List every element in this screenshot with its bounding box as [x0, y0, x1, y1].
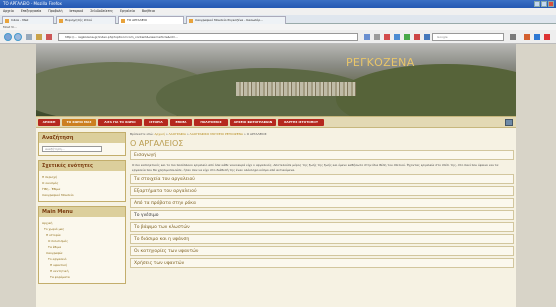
nav-item[interactable]: ΤΟ ΧΩΡΙΟ ΜΑΣ: [62, 119, 96, 126]
tab-label: Λαογραφικό Μουσείο Ρεγκοζένα - Καλωσόρ..…: [195, 18, 264, 22]
nav-item[interactable]: ΙΣΤΟΡΙΑ: [144, 119, 168, 126]
module-title: Σχετικές ενότητες: [39, 161, 125, 171]
search-module: Αναζήτηση αναζήτηση...: [38, 132, 126, 156]
nav-item[interactable]: ΧΑΡΤΗΣ ΙΣΤΟΤΟΠΟΥ: [278, 119, 324, 126]
intro-paragraph: Ο πιο εκπληκτικός και το πιο πολύπλοκο ε…: [132, 163, 499, 172]
window-titlebar: ΤΟ ΑΡΓΑΛΕΙΟ - Mozilla Firefox: [0, 0, 556, 8]
addon-icon[interactable]: [524, 34, 530, 40]
breadcrumb: Βρίσκεστε εδώ: Αρχική » ΛΑΟΓΡΑΦΙΑ » ΛΑΟΓ…: [130, 132, 267, 136]
star-icon[interactable]: [374, 34, 380, 40]
menu-item[interactable]: Ιστορικό: [69, 9, 83, 13]
tab-label: Inbox - Mail: [11, 18, 29, 22]
tab-inbox[interactable]: Inbox - Mail: [2, 16, 54, 24]
addon-icon[interactable]: [544, 34, 550, 40]
header-banner: ΡΕΓΚΟΖΕΝΑ: [36, 44, 516, 116]
section-link[interactable]: Χρήσεις των υφαντών: [130, 258, 514, 268]
stop-icon[interactable]: [46, 34, 52, 40]
menu-item[interactable]: Προβολή: [48, 9, 62, 13]
page-icon: [121, 19, 125, 23]
menu-item[interactable]: Βοήθεια: [142, 9, 155, 13]
globe-icon: [59, 19, 63, 23]
nav-item[interactable]: ΑΡΧΙΚΗ: [38, 119, 60, 126]
main-content: Βρίσκεστε εδώ: Αρχική » ΛΑΟΓΡΑΦΙΑ » ΛΑΟΓ…: [130, 130, 514, 268]
search-input[interactable]: Google: [432, 33, 504, 41]
nav-item[interactable]: ΠΟΛΙΤΙΣΜΟΣ: [194, 119, 228, 126]
search-engine-icon[interactable]: [424, 34, 430, 40]
addon-icon[interactable]: [414, 34, 420, 40]
minimize-icon[interactable]: [534, 1, 540, 7]
tab-museum[interactable]: Λαογραφικό Μουσείο Ρεγκοζένα - Καλωσόρ..…: [186, 16, 286, 24]
feed-icon[interactable]: [364, 34, 370, 40]
section-link[interactable]: Οι κατηγορίες των υφαντών: [130, 246, 514, 256]
breadcrumb-link[interactable]: ΛΑΟΓΡΑΦΙΑ: [169, 132, 186, 136]
related-module: Σχετικές ενότητες Η περιοχή Ο οικισμός Ή…: [38, 160, 126, 202]
home-icon[interactable]: [36, 34, 42, 40]
section-link[interactable]: Το βάψιμο των κλωστών: [130, 222, 514, 232]
site-title: ΡΕΓΚΟΖΕΝΑ: [346, 56, 415, 69]
menu-link[interactable]: Τα φορέματα: [42, 274, 122, 280]
banner-village-image: [236, 82, 356, 96]
sidebar: Αναζήτηση αναζήτηση... Σχετικές ενότητες…: [38, 132, 126, 288]
addon-icon[interactable]: [394, 34, 400, 40]
section-link[interactable]: Εξαρτήματα του αργαλειού: [130, 186, 514, 196]
menu-item[interactable]: Αρχείο: [3, 9, 14, 13]
breadcrumb-prefix: Βρίσκεστε εδώ:: [130, 132, 154, 136]
url-text: http://... regkozena.gr/index.php?option…: [65, 35, 179, 39]
section-header[interactable]: Εισαγωγή: [130, 150, 514, 160]
bookmark-item[interactable]: Most Vi...: [3, 25, 17, 29]
forward-icon[interactable]: [14, 33, 22, 41]
navigation-toolbar: http://... regkozena.gr/index.php?option…: [0, 30, 556, 44]
reload-icon[interactable]: [26, 34, 32, 40]
site-search-input[interactable]: αναζήτηση...: [42, 146, 102, 152]
tab-label: Περιηγητής Ιστού: [65, 18, 92, 22]
nav-item[interactable]: ΕΘΙΜΑ: [170, 119, 192, 126]
module-title: Αναζήτηση: [39, 133, 125, 143]
main-menu-module: Main Menu Αρχική Το χωριό μας Η ιστορία …: [38, 206, 126, 284]
related-link[interactable]: Λαογραφικό Μουσείο: [42, 192, 122, 198]
nav-item[interactable]: ΛΙΓΑ ΓΙΑ ΤΟ ΧΩΡΙΟ: [98, 119, 142, 126]
section-link[interactable]: Τα στοιχεία του αργαλειού: [130, 174, 514, 184]
site-nav: ΑΡΧΙΚΗ ΤΟ ΧΩΡΙΟ ΜΑΣ ΛΙΓΑ ΓΙΑ ΤΟ ΧΩΡΙΟ ΙΣ…: [36, 116, 516, 128]
maximize-icon[interactable]: [541, 1, 547, 7]
section-link[interactable]: Από τα πρόβατα στην ρόκα: [130, 198, 514, 208]
menu-item[interactable]: Εργαλεία: [120, 9, 135, 13]
banner-landscape: [336, 64, 516, 116]
breadcrumb-link[interactable]: Αρχική: [155, 132, 165, 136]
tab-argaleio[interactable]: ΤΟ ΑΡΓΑΛΕΙΟ: [118, 16, 184, 24]
addon-icon[interactable]: [404, 34, 410, 40]
page-icon: [189, 19, 193, 23]
module-title: Main Menu: [39, 207, 125, 217]
addon-icon[interactable]: [384, 34, 390, 40]
back-icon[interactable]: [4, 33, 12, 41]
addon-icon[interactable]: [534, 34, 540, 40]
search-icon[interactable]: [510, 34, 516, 40]
menu-bar: Αρχείο Επεξεργασία Προβολή Ιστορικό Σελι…: [0, 8, 556, 15]
nav-item[interactable]: ΑΡΧΕΙΟ ΦΩΤΟΓΡΑΦΙΩΝ: [230, 119, 276, 126]
address-bar[interactable]: http://... regkozena.gr/index.php?option…: [58, 33, 358, 41]
section-link[interactable]: Το διάσιμο και η υφάνση: [130, 234, 514, 244]
close-icon[interactable]: [548, 1, 554, 7]
menu-item[interactable]: Επεξεργασία: [21, 9, 41, 13]
web-page: ΡΕΓΚΟΖΕΝΑ ΑΡΧΙΚΗ ΤΟ ΧΩΡΙΟ ΜΑΣ ΛΙΓΑ ΓΙΑ Τ…: [36, 44, 516, 307]
breadcrumb-link[interactable]: ΛΑΟΓΡΑΦΙΚΟ ΜΟΥΣΕΙΟ ΡΕΓΚΟΖΕΝΑ: [190, 132, 243, 136]
menu-item[interactable]: Σελιδοδείκτες: [90, 9, 113, 13]
mail-icon: [5, 19, 9, 23]
window-title: ΤΟ ΑΡΓΑΛΕΙΟ - Mozilla Firefox: [3, 1, 62, 6]
tab-label: ΤΟ ΑΡΓΑΛΕΙΟ: [127, 18, 147, 22]
page-title: Ο ΑΡΓΑΛΕΙΟΣ: [130, 139, 184, 148]
section-link[interactable]: Το γνέσιμο: [130, 210, 514, 220]
rss-icon[interactable]: [505, 119, 513, 126]
tab-browser[interactable]: Περιηγητής Ιστού: [56, 16, 116, 24]
breadcrumb-current: Ο ΑΡΓΑΛΕΙΟΣ: [246, 132, 267, 136]
tab-bar: Inbox - Mail Περιηγητής Ιστού ΤΟ ΑΡΓΑΛΕΙ…: [0, 15, 556, 24]
